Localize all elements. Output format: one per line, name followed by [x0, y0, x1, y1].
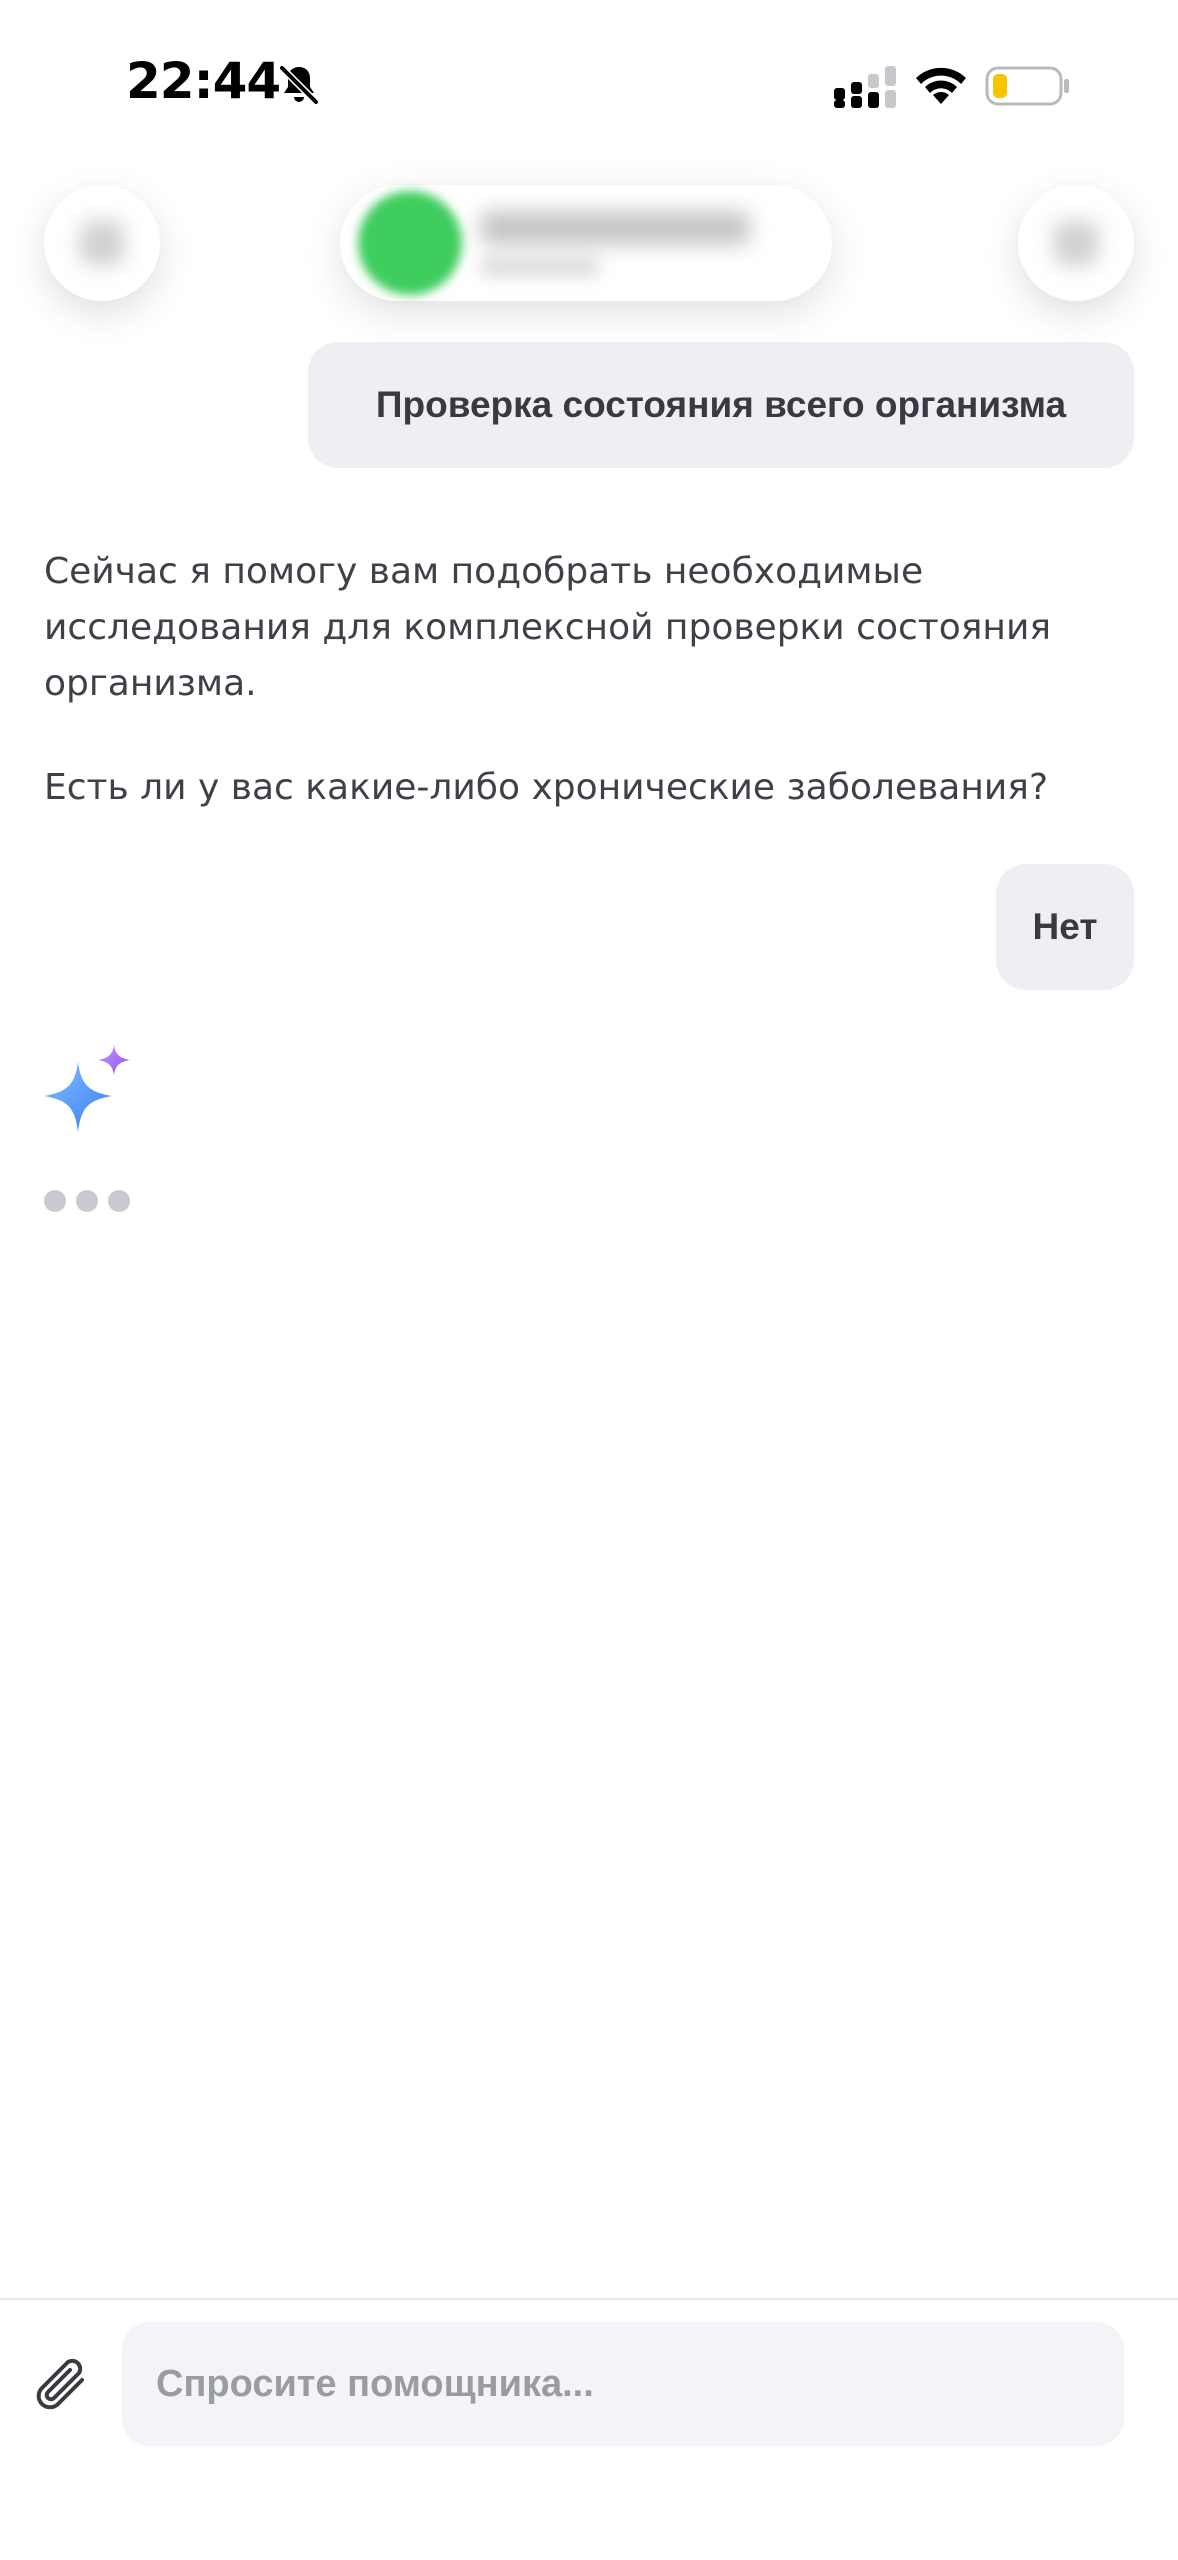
typing-dot [76, 1190, 98, 1212]
status-time: 22:44 [126, 52, 281, 110]
wifi-icon [916, 67, 966, 104]
user-message-bubble: Проверка состояния всего организма [308, 342, 1134, 468]
bell-slash-icon [279, 65, 319, 105]
chat-header-title[interactable] [340, 185, 832, 301]
assistant-message-paragraph: Сейчас я помогу вам подобрать необходимы… [44, 551, 1051, 704]
sparkles-icon [44, 1044, 130, 1132]
user-message-bubble: Нет [996, 864, 1134, 990]
header-name-blurred [480, 211, 750, 245]
message-input[interactable] [156, 2362, 1124, 2406]
battery-low-icon [985, 66, 1069, 106]
header-subtitle-blurred [480, 257, 600, 277]
menu-icon [1054, 221, 1098, 265]
paperclip-icon[interactable] [34, 2352, 94, 2418]
menu-button[interactable] [1018, 185, 1134, 301]
typing-dot [108, 1190, 130, 1212]
chat-screen: 22:44 Проверка состояния всего организма… [0, 0, 1178, 2560]
back-icon [80, 221, 124, 265]
typing-indicator [44, 1190, 130, 1214]
status-bar: 22:44 [0, 0, 1178, 150]
typing-dot [44, 1190, 66, 1212]
assistant-message-question: Есть ли у вас какие-либо хронические заб… [44, 767, 1049, 808]
user-message-text: Проверка состояния всего организма [375, 384, 1067, 425]
message-composer[interactable] [122, 2322, 1124, 2446]
cellular-signal-icon [834, 66, 896, 108]
back-button[interactable] [44, 185, 160, 301]
user-message-text: Нет [1032, 906, 1098, 947]
avatar [358, 191, 462, 295]
composer-divider [0, 2298, 1178, 2300]
